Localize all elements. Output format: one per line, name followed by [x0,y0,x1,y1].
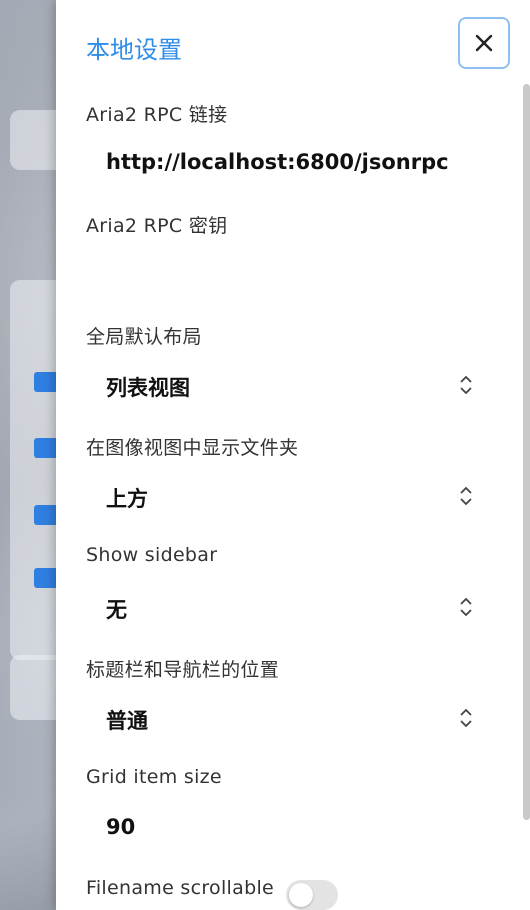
folder-position-label: 在图像视图中显示文件夹 [86,437,299,459]
layout-select[interactable]: 列表视图 [86,364,486,408]
sidebar-label: Show sidebar [86,544,218,566]
rpc-url-input[interactable]: http://localhost:6800/jsonrpc [106,150,449,174]
grid-size-input[interactable]: 90 [106,815,135,839]
filename-scroll-label: Filename scrollable [86,877,275,899]
chevron-up-down-icon [460,708,472,728]
rpc-secret-input[interactable] [106,258,486,288]
folder-position-select-value: 上方 [106,487,148,511]
chevron-up-down-icon [460,375,472,395]
scrollbar[interactable] [523,84,530,820]
close-button[interactable] [458,17,510,69]
layout-select-value: 列表视图 [106,376,190,400]
bar-position-select-value: 普通 [106,709,148,733]
sidebar-select-value: 无 [106,598,127,622]
sidebar-select[interactable]: 无 [86,586,486,630]
rpc-secret-label: Aria2 RPC 密钥 [86,215,228,237]
folder-icon [34,568,58,588]
filename-scroll-toggle[interactable] [286,880,338,910]
toggle-knob [289,883,313,907]
chevron-up-down-icon [460,597,472,617]
drawer-title: 本地设置 [86,36,182,64]
local-settings-drawer: 本地设置 Aria2 RPC 链接 http://localhost:6800/… [56,0,530,910]
grid-size-label: Grid item size [86,766,222,788]
folder-position-select[interactable]: 上方 [86,475,486,519]
chevron-up-down-icon [460,486,472,506]
folder-icon [34,438,58,458]
layout-label: 全局默认布局 [86,326,202,348]
folder-icon [34,372,58,392]
rpc-url-label: Aria2 RPC 链接 [86,104,228,126]
bar-position-label: 标题栏和导航栏的位置 [86,659,280,681]
bar-position-select[interactable]: 普通 [86,697,486,741]
close-icon [475,34,493,52]
folder-icon [34,505,58,525]
